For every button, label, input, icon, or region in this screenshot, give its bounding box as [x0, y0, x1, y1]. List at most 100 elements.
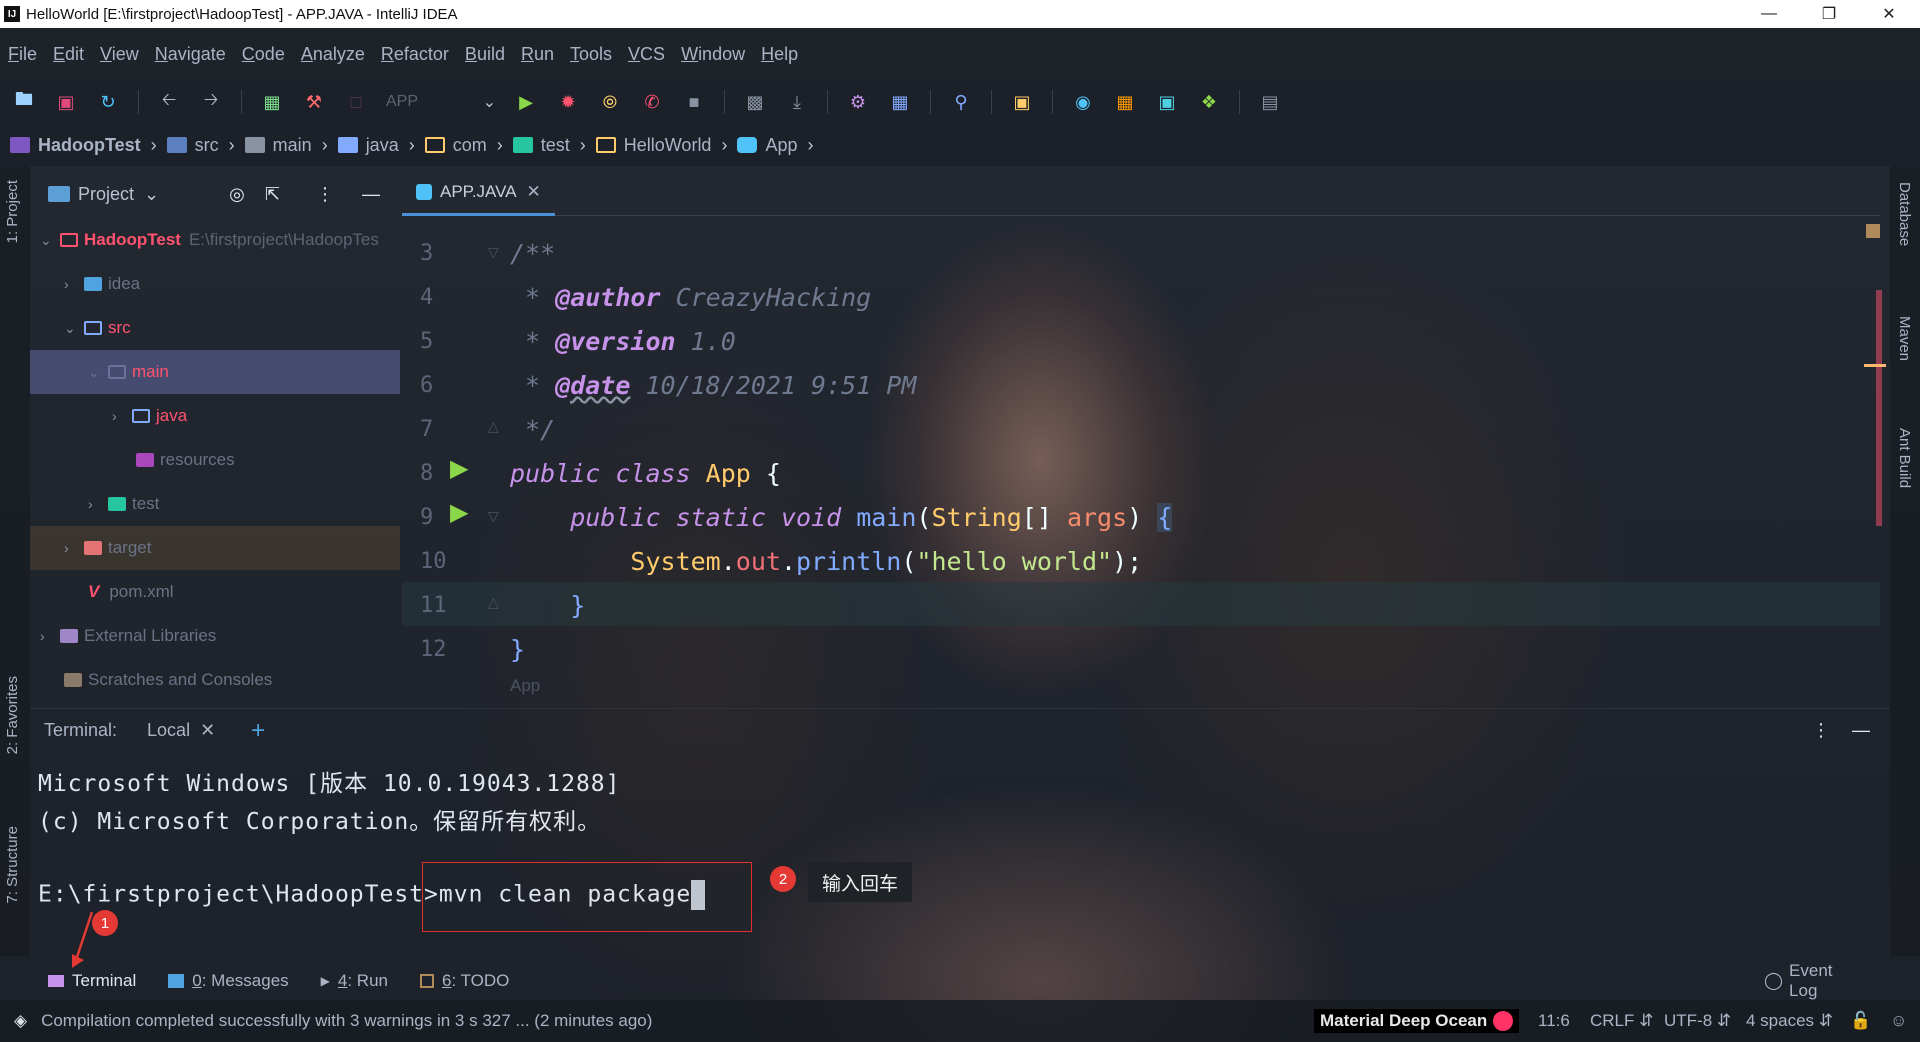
build-artifacts-icon[interactable]: ▩ — [743, 90, 767, 114]
menu-window[interactable]: Window — [681, 44, 745, 65]
breadcrumb-helloworld[interactable]: HelloWorld — [595, 135, 711, 156]
project-tool-tab[interactable]: 1: Project — [4, 180, 21, 243]
tree-item-target[interactable]: › target — [30, 526, 400, 570]
project-view-title[interactable]: Project — [78, 184, 134, 205]
fold-icon[interactable]: △ — [488, 594, 499, 611]
lock-icon[interactable]: 🔓 — [1850, 1011, 1871, 1031]
breadcrumb-app[interactable]: App — [737, 135, 797, 156]
breadcrumb-java[interactable]: java — [337, 135, 399, 156]
tree-item-test[interactable]: › test — [30, 482, 400, 526]
menu-file[interactable]: File — [8, 44, 37, 65]
tree-item-scratches[interactable]: Scratches and Consoles — [30, 658, 400, 702]
terminal-tool-button[interactable]: Terminal — [48, 971, 136, 991]
add-terminal-icon[interactable]: + — [251, 717, 265, 745]
menu-analyze[interactable]: Analyze — [301, 44, 365, 65]
maven-tool-tab[interactable]: Maven — [1896, 316, 1913, 361]
ant-build-tool-tab[interactable]: Ant Build — [1896, 428, 1913, 488]
tree-item-pom[interactable]: V pom.xml — [30, 570, 400, 614]
run-icon[interactable]: ▶ — [514, 90, 538, 114]
editor-icon[interactable]: ▣ — [1155, 90, 1179, 114]
back-arrow-icon[interactable]: 🡠 — [157, 89, 181, 114]
locate-target-icon[interactable]: ◎ — [229, 184, 245, 205]
debug-icon[interactable]: ✹ — [556, 90, 580, 114]
restore-button[interactable]: ❐ — [1806, 0, 1852, 28]
run-main-icon[interactable]: ▶ — [450, 498, 468, 527]
more-options-icon[interactable]: ⋮ — [1812, 720, 1830, 741]
tree-item-idea[interactable]: › idea — [30, 262, 400, 306]
menu-tools[interactable]: Tools — [570, 44, 612, 65]
menu-code[interactable]: Code — [242, 44, 285, 65]
minimize-button[interactable]: — — [1746, 0, 1792, 28]
error-stripe-marker[interactable] — [1864, 364, 1886, 367]
inspection-icon[interactable]: ☺ — [1890, 1011, 1907, 1031]
file-encoding[interactable]: UTF-8 ⇵ — [1664, 1011, 1731, 1031]
fold-icon[interactable]: ▽ — [488, 244, 499, 261]
line-separator[interactable]: CRLF ⇵ — [1590, 1011, 1653, 1031]
presentation-icon[interactable]: ▤ — [1258, 90, 1282, 114]
messages-tool-button[interactable]: 0: Messages — [168, 971, 289, 991]
tree-item-external-libraries[interactable]: › External Libraries — [30, 614, 400, 658]
menu-refactor[interactable]: Refactor — [381, 44, 449, 65]
editor-tab-app-java[interactable]: APP.JAVA ✕ — [402, 172, 555, 216]
menu-run[interactable]: Run — [521, 44, 554, 65]
indent-setting[interactable]: 4 spaces ⇵ — [1746, 1011, 1833, 1031]
hide-panel-icon[interactable]: — — [362, 184, 380, 205]
code-editor[interactable]: /** * @author CreazyHacking * @version 1… — [510, 232, 1880, 672]
terminal-tab-local[interactable]: Local — [147, 720, 190, 741]
forward-arrow-icon[interactable]: 🡢 — [199, 89, 223, 114]
close-tab-icon[interactable]: ✕ — [527, 182, 541, 202]
favorites-tool-tab[interactable]: 2: Favorites — [4, 676, 21, 754]
menu-edit[interactable]: Edit — [53, 44, 84, 65]
structure-tool-tab[interactable]: 7: Structure — [4, 826, 21, 904]
editor-scrollbar[interactable] — [1876, 290, 1882, 526]
warning-marker-icon[interactable] — [1866, 224, 1880, 238]
project-structure-icon[interactable]: ▦ — [888, 90, 912, 114]
tree-item-src[interactable]: ⌄ src — [30, 306, 400, 350]
tree-item-java[interactable]: › java — [30, 394, 400, 438]
editor-footer-breadcrumb[interactable]: App — [510, 676, 540, 696]
collapse-all-icon[interactable]: ⇱ — [265, 184, 280, 205]
terminal-icon[interactable]: ▦ — [260, 90, 284, 114]
tree-item-main[interactable]: ⌄ main — [30, 350, 400, 394]
settings-gear-icon[interactable]: ⚙ — [846, 90, 870, 114]
run-class-icon[interactable]: ▶ — [450, 454, 468, 483]
menu-build[interactable]: Build — [465, 44, 505, 65]
hide-panel-icon[interactable]: — — [1852, 720, 1870, 741]
breadcrumb-main[interactable]: main — [244, 135, 312, 156]
sync-icon[interactable]: ↻ — [96, 90, 120, 114]
stop-icon[interactable]: ■ — [682, 90, 706, 114]
menu-vcs[interactable]: VCS — [628, 44, 665, 65]
build-hammer-icon[interactable]: ⚒ — [302, 90, 326, 114]
breadcrumb-test[interactable]: test — [512, 135, 570, 156]
plugin-chip-icon[interactable]: ▣ — [1010, 90, 1034, 114]
search-icon[interactable]: ⚲ — [949, 90, 973, 114]
breadcrumb-project[interactable]: HadoopTest — [10, 135, 141, 156]
theme-badge[interactable]: Material Deep Ocean — [1314, 1009, 1520, 1033]
close-button[interactable]: ✕ — [1866, 0, 1912, 28]
chevron-down-icon[interactable]: ⌄ — [144, 184, 159, 205]
fold-icon[interactable]: ▽ — [488, 508, 499, 525]
menu-view[interactable]: View — [100, 44, 139, 65]
profiler-icon[interactable]: ◉ — [1071, 90, 1095, 114]
caret-position[interactable]: 11:6 — [1538, 1011, 1570, 1031]
more-options-icon[interactable]: ⋮ — [316, 184, 334, 205]
terminal-output[interactable]: Microsoft Windows [版本 10.0.19043.1288] (… — [30, 752, 1890, 962]
tree-item-resources[interactable]: resources — [30, 438, 400, 482]
layers-icon[interactable]: ◈ — [14, 1011, 27, 1031]
database-tool-tab[interactable]: Database — [1896, 182, 1913, 246]
run-tool-button[interactable]: ▶ 4: Run — [321, 971, 388, 991]
layout-icon[interactable]: ▦ — [1113, 90, 1137, 114]
coverage-icon[interactable]: ⦾ — [598, 90, 622, 114]
download-icon[interactable]: ⤓ — [785, 90, 809, 114]
todo-tool-button[interactable]: 6: TODO — [420, 971, 509, 991]
menu-navigate[interactable]: Navigate — [155, 44, 226, 65]
puzzle-plugin-icon[interactable]: ❖ — [1197, 90, 1221, 114]
run-configuration-select[interactable]: APP ⌄ — [386, 89, 496, 115]
tree-item-root[interactable]: ⌄ HadoopTest E:\firstproject\HadoopTest — [30, 218, 400, 262]
close-tab-icon[interactable]: ✕ — [200, 720, 215, 741]
status-message[interactable]: Compilation completed successfully with … — [41, 1011, 652, 1031]
fold-icon[interactable]: △ — [488, 418, 499, 435]
breadcrumb-com[interactable]: com — [424, 135, 487, 156]
save-icon[interactable]: ▣ — [54, 90, 78, 114]
breadcrumb-src[interactable]: src — [166, 135, 219, 156]
